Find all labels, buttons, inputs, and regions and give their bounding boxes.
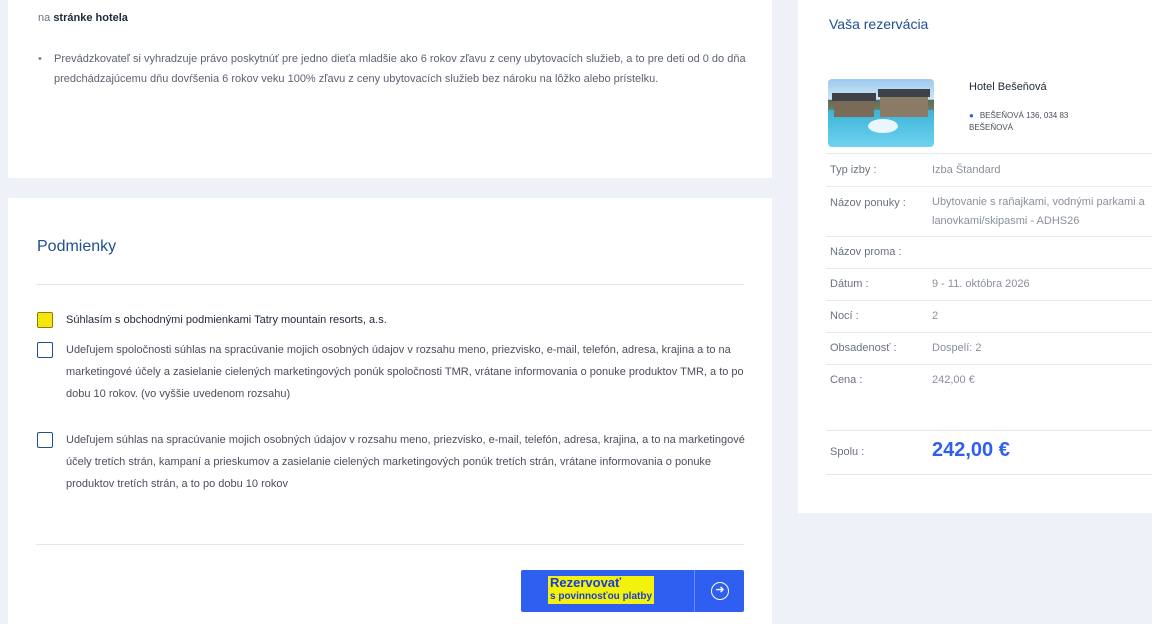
summary-key: Obsadenosť :	[830, 342, 897, 354]
reservation-title: Vaša rezervácia	[829, 16, 929, 32]
total-value: 242,00 €	[932, 439, 1010, 461]
hotel-address: ● BEŠEŇOVÁ 136, 034 83 BEŠEŇOVÁ	[969, 110, 1119, 134]
reserve-button[interactable]: Rezervovať s povinnosťou platby ➜	[521, 570, 744, 612]
child-discount-note: • Prevádzkovateľ si vyhradzuje právo pos…	[36, 49, 756, 89]
divider	[826, 430, 1152, 431]
summary-key: Nocí :	[830, 310, 859, 322]
summary-row-offer: Názov ponuky : Ubytovanie s raňajkami, v…	[826, 187, 1152, 237]
consent-third-party-label: Udeľujem súhlas na spracúvanie mojich os…	[66, 434, 745, 490]
address-line1: BEŠEŇOVÁ 136, 034 83	[979, 111, 1069, 120]
summary-value: 242,00 €	[932, 374, 975, 386]
consent-marketing-tmr-label: Udeľujem spoločnosti súhlas na spracúvan…	[66, 344, 744, 400]
summary-row-room-type: Typ izby : Izba Štandard	[826, 153, 1152, 187]
summary-key: Typ izby :	[830, 164, 877, 176]
summary-value: Ubytovanie s raňajkami, vodnými parkami …	[932, 196, 1145, 227]
summary-value: 9 - 11. októbra 2026	[932, 278, 1030, 290]
summary-row-nights: Nocí : 2	[826, 301, 1152, 333]
summary-row-price: Cena : 242,00 €	[826, 365, 1152, 397]
conditions-title: Podmienky	[37, 238, 117, 255]
summary-row-promo: Názov proma :	[826, 237, 1152, 269]
consent-terms-checkbox[interactable]	[37, 312, 53, 328]
summary-row-occupancy: Obsadenosť : Dospelí: 2	[826, 333, 1152, 365]
summary-key: Názov ponuky :	[830, 197, 906, 209]
summary-value: Izba Štandard	[932, 164, 1001, 176]
arrow-circle-right-icon: ➜	[711, 582, 729, 600]
consent-marketing-tmr-checkbox[interactable]	[37, 342, 53, 358]
summary-key: Dátum :	[830, 278, 869, 290]
conditions-panel: Podmienky Súhlasím s obchodnými podmienk…	[8, 198, 772, 624]
hotel-name: Hotel Bešeňová	[969, 81, 1047, 93]
map-pin-icon: ●	[969, 111, 974, 120]
child-discount-text: Prevádzkovateľ si vyhradzuje právo posky…	[54, 53, 746, 85]
hotel-page-prefix: na	[38, 12, 51, 24]
divider	[36, 544, 744, 545]
summary-key: Cena :	[830, 374, 863, 386]
divider	[826, 474, 1152, 475]
hotel-info-panel: na stránke hotela • Prevádzkovateľ si vy…	[8, 0, 772, 178]
reservation-summary: Vaša rezervácia Hotel Bešeňová ● BEŠEŇOVÁ…	[798, 0, 1152, 513]
hotel-thumbnail	[828, 79, 934, 147]
reserve-button-label: Rezervovať s povinnosťou platby	[548, 575, 655, 604]
total-label: Spolu :	[830, 446, 865, 458]
consent-third-party[interactable]: Udeľujem súhlas na spracúvanie mojich os…	[37, 429, 749, 495]
divider	[36, 284, 744, 285]
consent-terms-label: Súhlasím s obchodnými podmienkami Tatry …	[66, 314, 387, 326]
bullet-dot-icon: •	[38, 53, 42, 65]
address-line2: BEŠEŇOVÁ	[969, 123, 1014, 132]
hotel-page-link[interactable]: stránke hotela	[53, 12, 128, 24]
summary-row-date: Dátum : 9 - 11. októbra 2026	[826, 269, 1152, 301]
summary-value: Dospelí: 2	[932, 342, 982, 354]
consent-marketing-tmr[interactable]: Udeľujem spoločnosti súhlas na spracúvan…	[37, 339, 749, 405]
summary-value: 2	[932, 310, 939, 322]
consent-terms[interactable]: Súhlasím s obchodnými podmienkami Tatry …	[37, 309, 749, 331]
consent-third-party-checkbox[interactable]	[37, 432, 53, 448]
reserve-button-line1: Rezervovať	[550, 575, 622, 590]
reserve-button-line2: s povinnosťou platby	[550, 591, 653, 602]
button-separator	[694, 570, 695, 612]
summary-key: Názov proma :	[830, 246, 902, 258]
hotel-page-line: na stránke hotela	[38, 12, 128, 24]
